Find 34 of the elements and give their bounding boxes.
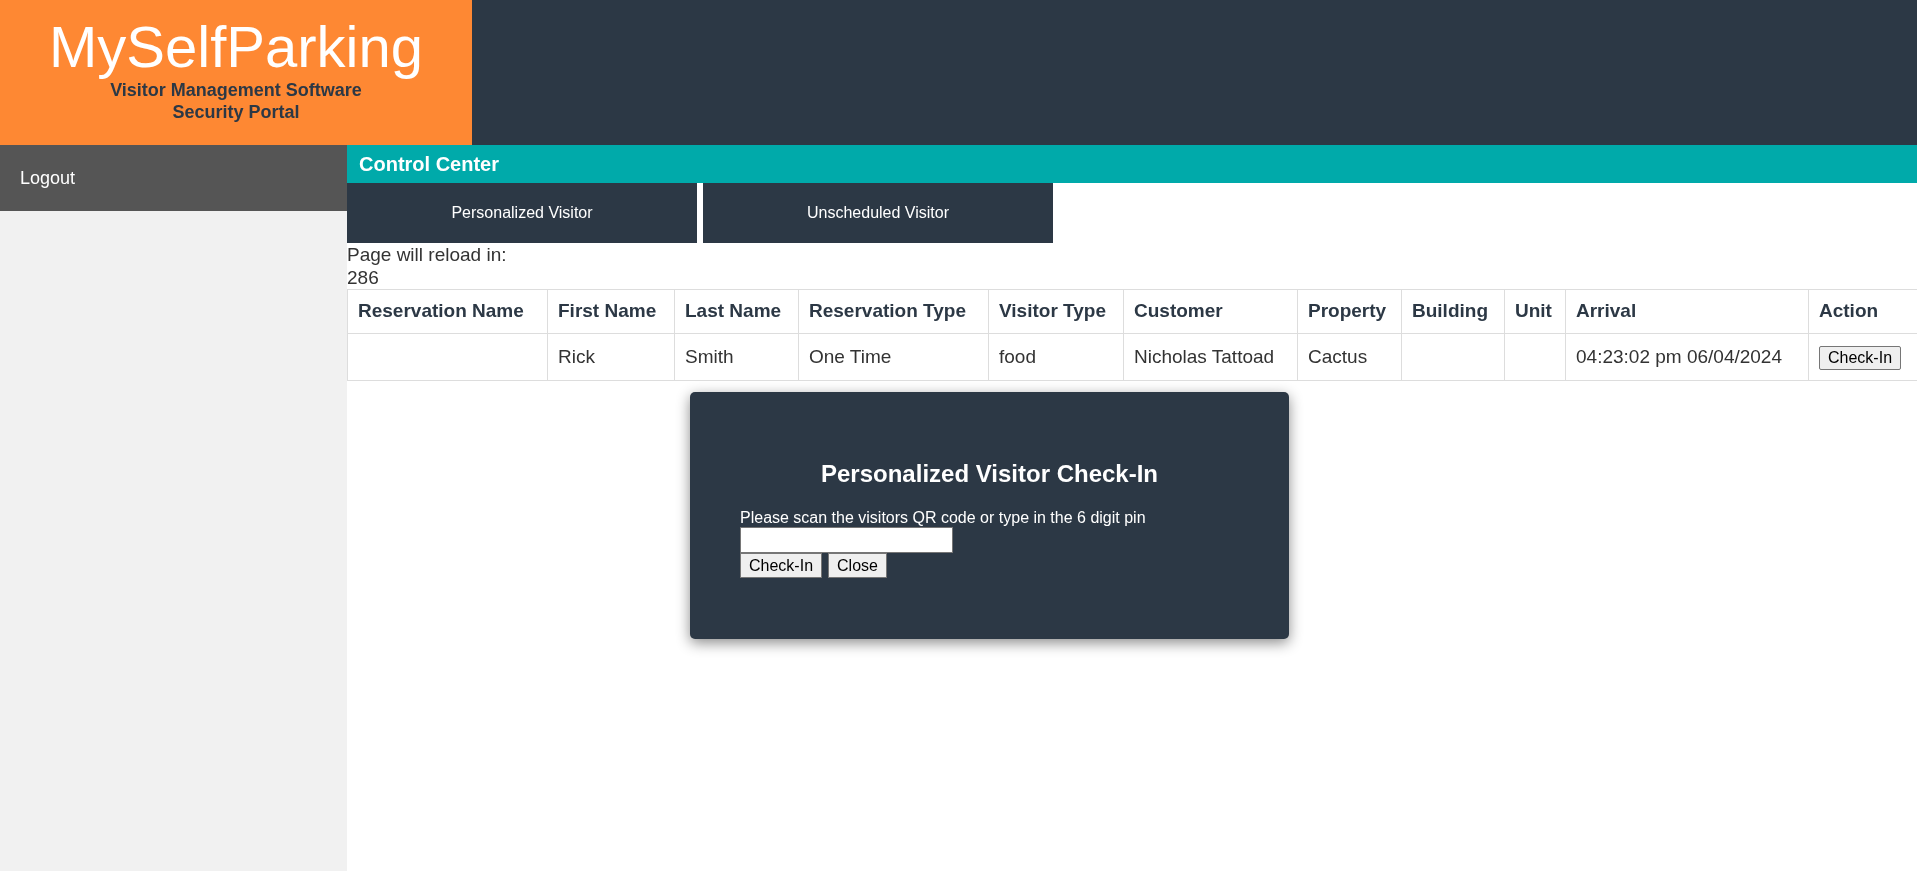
pin-input-field[interactable] bbox=[740, 527, 953, 553]
dialog-button[interactable]: Check-In bbox=[740, 553, 823, 578]
table-cell: 04:23:02 pm 06/04/2024 bbox=[1565, 333, 1809, 381]
column-header: First Name bbox=[547, 289, 675, 334]
column-header: Reservation Type bbox=[798, 289, 989, 334]
reload-countdown: 286 bbox=[347, 266, 380, 289]
dialog-button[interactable]: Close bbox=[828, 553, 887, 578]
column-header: Visitor Type bbox=[988, 289, 1124, 334]
table-cell bbox=[1504, 333, 1566, 381]
dialog-prompt: Please scan the visitors QR code or type in the 6 digit pin bbox=[740, 508, 1147, 527]
section-header: Control Center bbox=[347, 145, 1917, 183]
table-cell: Rick bbox=[547, 333, 675, 381]
brand-subtitle: Visitor Management Software bbox=[110, 79, 362, 101]
column-header: Last Name bbox=[674, 289, 799, 334]
table-cell: food bbox=[988, 333, 1124, 381]
table-cell: Smith bbox=[674, 333, 799, 381]
dialog-title: Personalized Visitor Check-In bbox=[821, 460, 1158, 488]
tab-button[interactable]: Unscheduled Visitor bbox=[703, 183, 1053, 243]
table-cell: One Time bbox=[798, 333, 989, 381]
reload-label: Page will reload in: bbox=[347, 243, 508, 266]
column-header: Reservation Name bbox=[347, 289, 548, 334]
table-cell: Cactus bbox=[1297, 333, 1402, 381]
brand-subtitle: Security Portal bbox=[172, 100, 300, 123]
sidebar-item[interactable]: Logout bbox=[0, 145, 347, 211]
table-cell: Nicholas Tattoad bbox=[1123, 333, 1298, 381]
column-header: Customer bbox=[1123, 289, 1298, 334]
column-header: Unit bbox=[1504, 289, 1566, 334]
column-header: Arrival bbox=[1565, 289, 1809, 334]
brand-title: MySelfParking bbox=[49, 14, 423, 79]
column-header: Action bbox=[1808, 289, 1917, 334]
column-header: Building bbox=[1401, 289, 1505, 334]
tab-button[interactable]: Personalized Visitor bbox=[347, 183, 697, 243]
check-in-button[interactable]: Check-In bbox=[1819, 345, 1902, 370]
column-header: Property bbox=[1297, 289, 1402, 334]
